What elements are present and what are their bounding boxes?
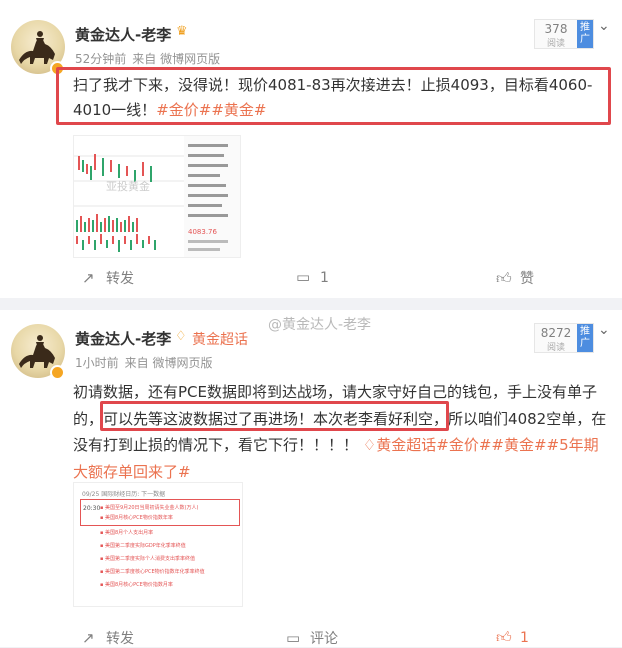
post-time[interactable]: 1小时前 (75, 356, 119, 370)
post-source: 来自 微博网页版 (124, 356, 213, 370)
super-topic-link[interactable]: 黄金超话 (192, 329, 248, 349)
calendar-row: ▪ 美国第二季度实际个人消费支出季率终值 (100, 556, 195, 562)
forward-button[interactable]: ↗ 转发 (82, 628, 134, 648)
forward-label: 转发 (106, 631, 134, 647)
comment-button[interactable]: ▭ 评论 (286, 628, 338, 648)
read-label: 阅读 (546, 343, 565, 353)
promote-button[interactable]: 推广 (577, 324, 593, 352)
like-button[interactable]: 👍︎ 赞 (496, 268, 534, 288)
vip-crown-icon[interactable]: ♛ (176, 24, 188, 39)
author-name[interactable]: 黄金达人-老李 (75, 328, 171, 349)
highlight-box (100, 401, 449, 431)
tag-icon: ♢ (362, 436, 377, 454)
read-count-box[interactable]: 8272 阅读 推广 (534, 323, 594, 353)
post-image-chart[interactable]: 亚投黄金 4083.76 (73, 135, 241, 258)
post-meta: 52分钟前 来自 微博网页版 (75, 50, 226, 67)
like-count: 1 (520, 630, 529, 646)
forward-label: 转发 (106, 271, 134, 287)
image-watermark: 亚投黄金 (106, 179, 150, 193)
like-label: 赞 (520, 271, 534, 287)
comment-icon: ▭ (296, 268, 311, 286)
calendar-row: ▪ 美国8月核心PCE物价指数月率 (100, 582, 173, 588)
calendar-rows: ▪ 美国至9月20日当周初请失业金人数(万人) ▪ 美国8月核心PCE物价指数年… (100, 503, 234, 590)
highlight-box (56, 67, 611, 125)
forward-icon: ↗ (82, 629, 95, 647)
read-count: 8272 (540, 326, 572, 340)
thumbs-up-icon: 👍︎ (496, 269, 512, 287)
watermark: @黄金达人-老李 (268, 317, 372, 333)
calendar-time: 20:30 (83, 505, 101, 512)
post-time[interactable]: 52分钟前 (75, 52, 126, 66)
read-label: 阅读 (546, 39, 565, 49)
thumbs-up-icon: 👍︎ (496, 628, 512, 646)
verified-badge-icon (50, 365, 65, 380)
author-name[interactable]: 黄金达人-老李 (75, 24, 171, 45)
read-count-box[interactable]: 378 阅读 推广 (534, 19, 594, 49)
hashtag-gold-price[interactable]: #金价# (436, 436, 491, 454)
calendar-row: ▪ 美国8月个人支出月率 (100, 530, 154, 536)
weibo-post-2: 黄金达人-老李 ♢ 黄金超话 @黄金达人-老李 1小时前 来自 微博网页版 827… (0, 310, 622, 647)
hashtag-gold[interactable]: #黄金# (491, 436, 546, 454)
calendar-row: ▪ 美国至9月20日当周初请失业金人数(万人) (100, 505, 199, 511)
calendar-header: 09/25 国际财经日历: 下一数据 (82, 491, 166, 498)
promote-button[interactable]: 推广 (577, 20, 593, 48)
calendar-row: ▪ 美国第二季度核心PCE物价指数年化季率终值 (100, 569, 205, 575)
chevron-down-icon[interactable]: ⌄ (598, 322, 610, 338)
like-button[interactable]: 👍︎ 1 (496, 628, 529, 647)
read-count: 378 (544, 22, 568, 36)
image-price: 4083.76 (188, 228, 217, 236)
calendar-row: ▪ 美国8月核心PCE物价指数年率 (100, 515, 173, 521)
chevron-down-icon[interactable]: ⌄ (598, 18, 610, 34)
post-text: 初请数据，还有PCE数据即将到达战场，请大家守好自己的钱包，手上没有单子的，可以… (73, 379, 613, 485)
post-source: 来自 微博网页版 (132, 52, 221, 66)
forward-button[interactable]: ↗ 转发 (82, 268, 134, 288)
super-topic-tag[interactable]: 黄金超话 (376, 436, 436, 454)
calendar-row: ▪ 美国第二季度实际GDP年化季率终值 (100, 543, 186, 549)
forward-icon: ↗ (82, 269, 95, 287)
comment-button[interactable]: ▭ 1 (296, 268, 329, 286)
comment-icon: ▭ (286, 629, 301, 647)
post-meta: 1小时前 来自 微博网页版 (75, 354, 218, 371)
post-image-calendar[interactable]: 09/25 国际财经日历: 下一数据 20:30 ▪ 美国至9月20日当周初请失… (73, 482, 243, 607)
comment-label: 评论 (310, 631, 338, 647)
comment-count: 1 (320, 270, 329, 286)
weibo-post-1: 黄金达人-老李 ♛ 52分钟前 来自 微博网页版 378 阅读 推广 ⌄ 扫了我才… (0, 0, 622, 298)
super-topic-icon: ♢ (175, 329, 187, 344)
